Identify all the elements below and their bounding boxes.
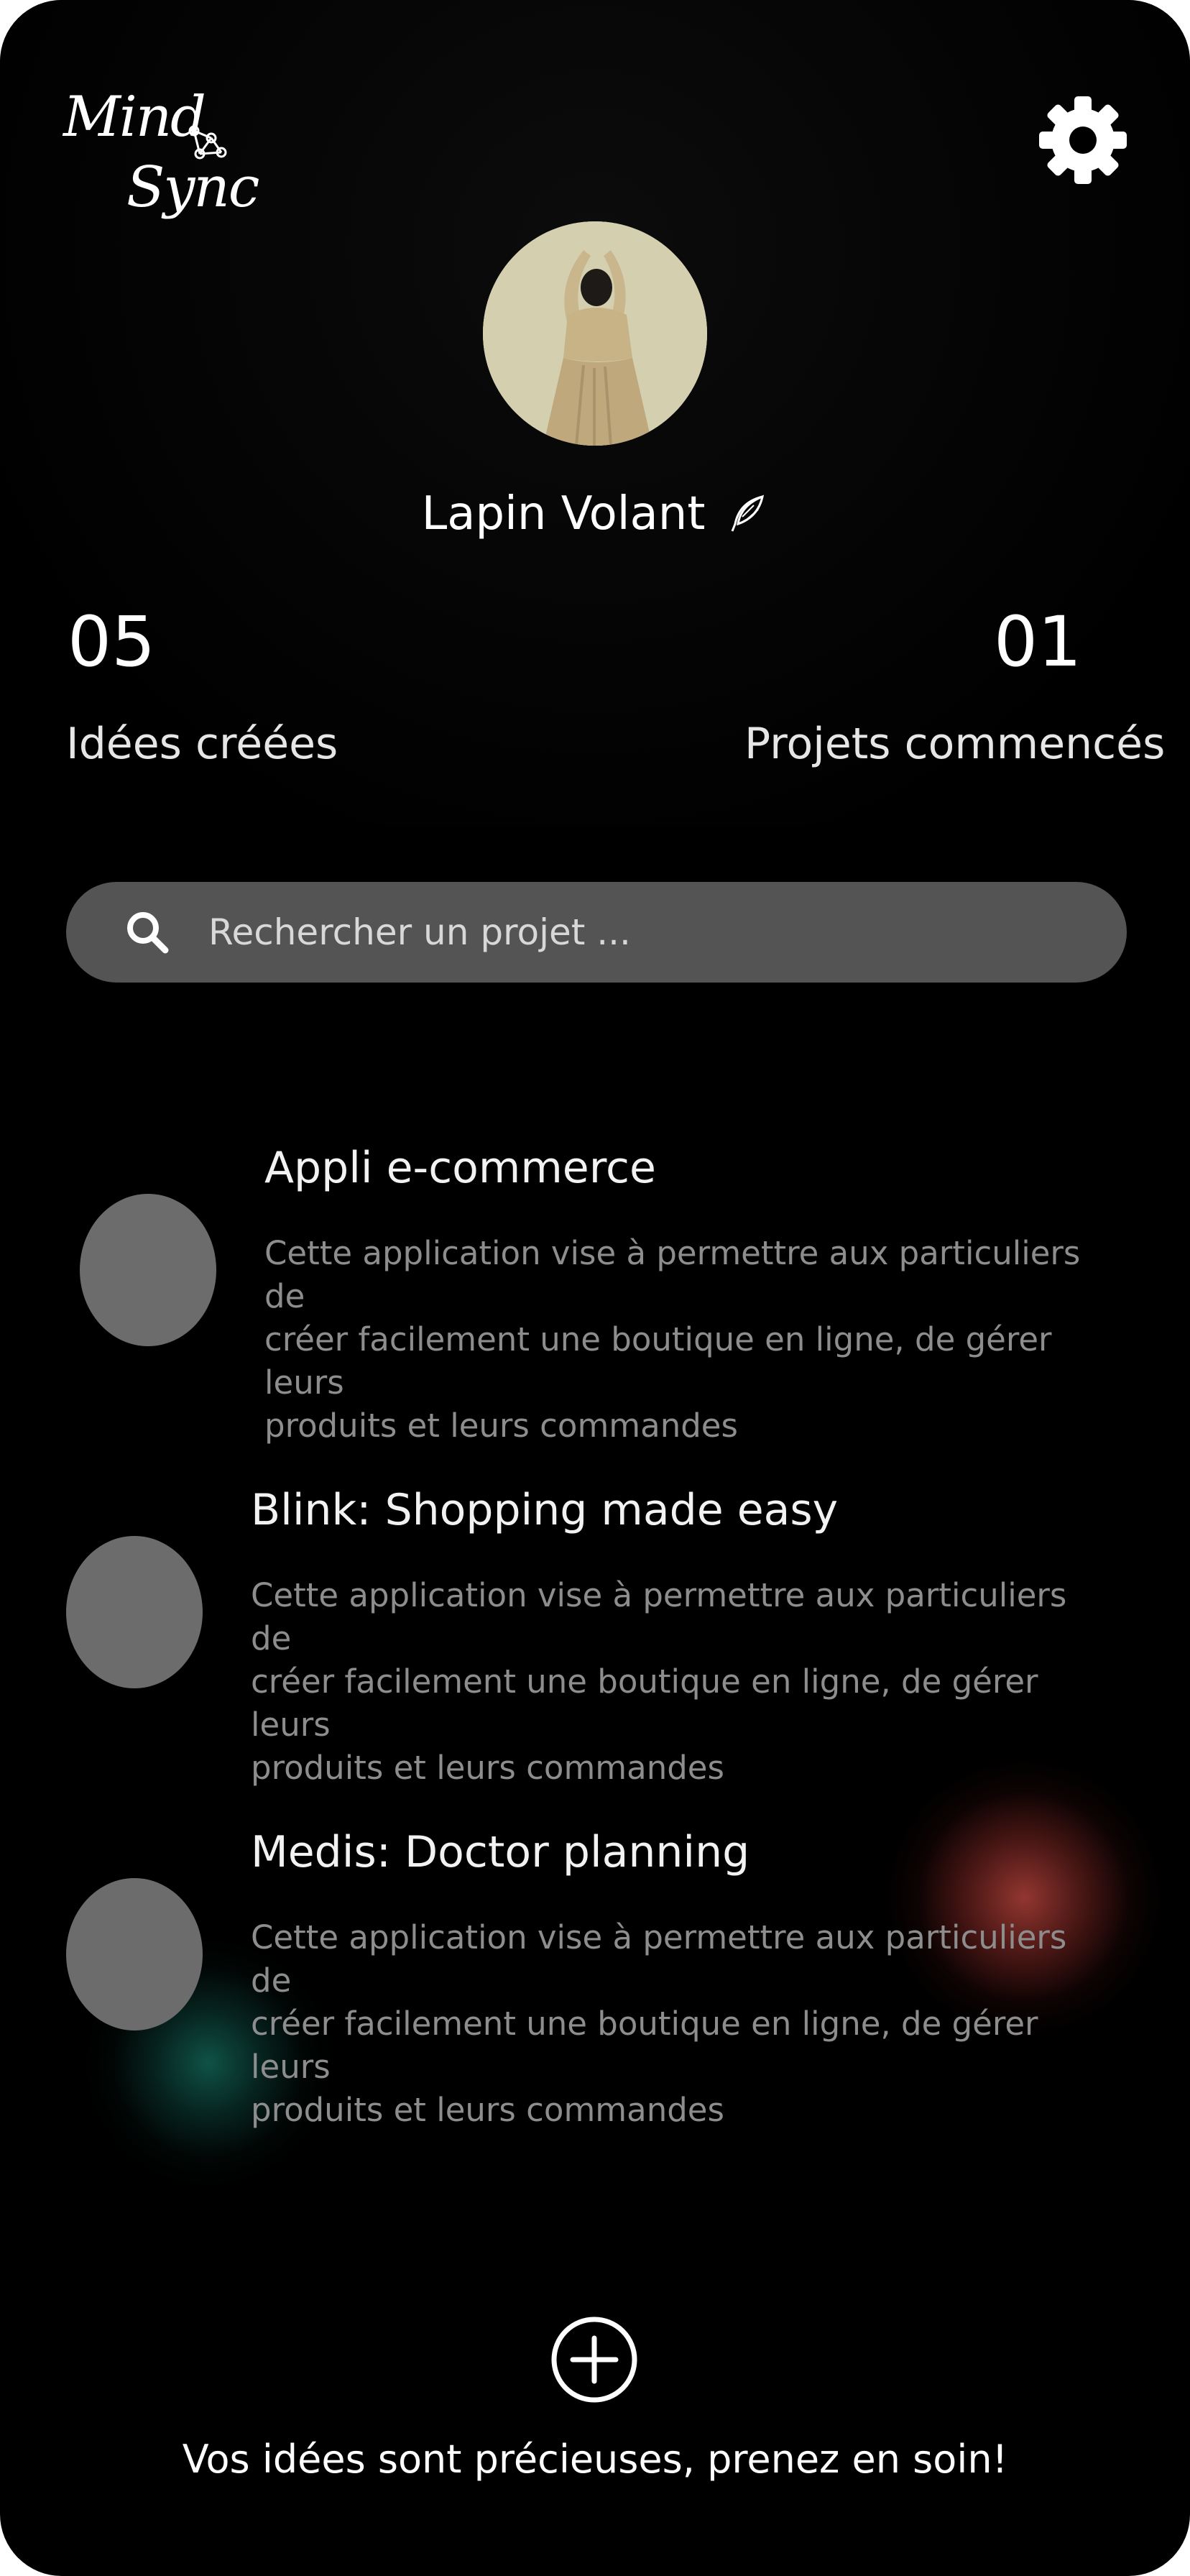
project-title: Blink: Shopping made easy [251, 1485, 839, 1535]
logo-word-sync: Sync [126, 155, 259, 220]
project-description-line: produits et leurs commandes [251, 2091, 724, 2129]
ideas-label: Idées créées [66, 719, 338, 769]
project-thumbnail [66, 1536, 203, 1688]
app-logo: Mind Sync [63, 85, 259, 229]
project-item[interactable]: Appli e-commerce Cette application vise … [0, 1143, 1190, 1445]
projects-label: Projets commencés [744, 719, 1166, 769]
project-description-line: produits et leurs commandes [251, 1749, 724, 1787]
avatar[interactable] [483, 221, 707, 446]
profile-name: Lapin Volant [421, 487, 706, 540]
project-description: Cette application vise à permettre aux p… [264, 1232, 1127, 1448]
settings-button[interactable] [1036, 93, 1130, 187]
project-title: Medis: Doctor planning [251, 1827, 750, 1877]
project-description-line: Cette application vise à permettre aux p… [251, 1918, 1067, 2000]
project-description-line: créer facilement une boutique en ligne, … [251, 1662, 1038, 1744]
project-description-line: produits et leurs commandes [264, 1407, 738, 1445]
gear-icon [1039, 96, 1127, 184]
project-title: Appli e-commerce [264, 1143, 656, 1193]
project-thumbnail [66, 1878, 203, 2030]
projects-count: 01 [994, 602, 1082, 682]
add-idea-button[interactable] [549, 2314, 640, 2405]
project-description: Cette application vise à permettre aux p… [251, 1574, 1113, 1790]
project-description: Cette application vise à permettre aux p… [251, 1916, 1113, 2132]
feather-icon [732, 494, 765, 532]
project-thumbnail [80, 1194, 216, 1346]
project-item[interactable]: Medis: Doctor planning Cette application… [0, 1827, 1190, 2129]
project-description-line: créer facilement une boutique en ligne, … [251, 2005, 1038, 2086]
search-input[interactable]: Rechercher un projet ... [66, 882, 1127, 983]
avatar-photo [483, 221, 707, 446]
ideas-count: 05 [68, 602, 156, 682]
project-description-line: créer facilement une boutique en ligne, … [264, 1320, 1052, 1402]
project-description-line: Cette application vise à permettre aux p… [251, 1576, 1067, 1657]
footer-tagline: Vos idées sont précieuses, prenez en soi… [182, 2437, 1008, 2482]
project-description-line: Cette application vise à permettre aux p… [264, 1234, 1081, 1315]
search-icon [127, 912, 169, 954]
search-placeholder: Rechercher un projet ... [208, 911, 631, 953]
profile-name-row: Lapin Volant [0, 482, 1190, 546]
plus-circle-icon [551, 2317, 637, 2403]
project-item[interactable]: Blink: Shopping made easy Cette applicat… [0, 1485, 1190, 1787]
app-screen: Mind Sync Lapin Volant 05 Idées créées 0… [0, 0, 1190, 2576]
